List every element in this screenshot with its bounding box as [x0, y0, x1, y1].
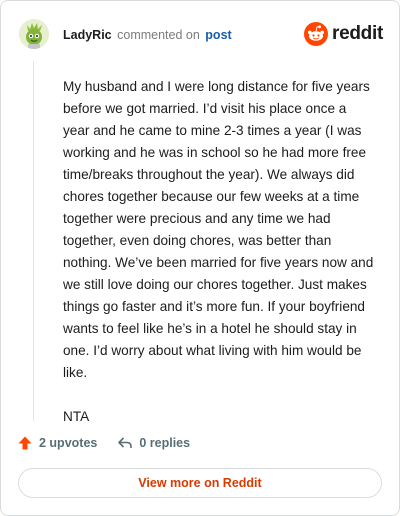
reddit-snoo-icon [304, 22, 329, 46]
comment-paragraph: NTA [63, 409, 90, 424]
comment-paragraph: My husband and I were long distance for … [63, 79, 374, 380]
comment-meta: LadyRic commented on post [63, 27, 232, 43]
avatar-character-icon [19, 19, 49, 49]
comment-actions: 2 upvotes 0 replies [17, 433, 210, 453]
upvote-count: 2 upvotes [39, 436, 98, 450]
reply-arrow-icon [118, 437, 133, 448]
comment-header: LadyRic commented on post reddit [19, 19, 383, 49]
comment-verb: commented on [117, 28, 200, 42]
comment-embed-card: LadyRic commented on post reddit My husb… [0, 0, 400, 516]
avatar[interactable] [19, 19, 49, 49]
post-link[interactable]: post [205, 28, 231, 42]
reddit-wordmark: reddit [332, 23, 383, 44]
thread-line [33, 61, 34, 421]
reply-count: 0 replies [139, 436, 191, 450]
view-more-on-reddit-button[interactable]: View more on Reddit [18, 468, 382, 498]
reply-button[interactable]: 0 replies [117, 435, 190, 451]
comment-body: My husband and I were long distance for … [63, 76, 375, 450]
author-name[interactable]: LadyRic [63, 28, 112, 42]
upvote-button[interactable]: 2 upvotes [17, 435, 97, 451]
upvote-arrow-icon [18, 436, 32, 450]
reddit-brand[interactable]: reddit [304, 21, 383, 47]
